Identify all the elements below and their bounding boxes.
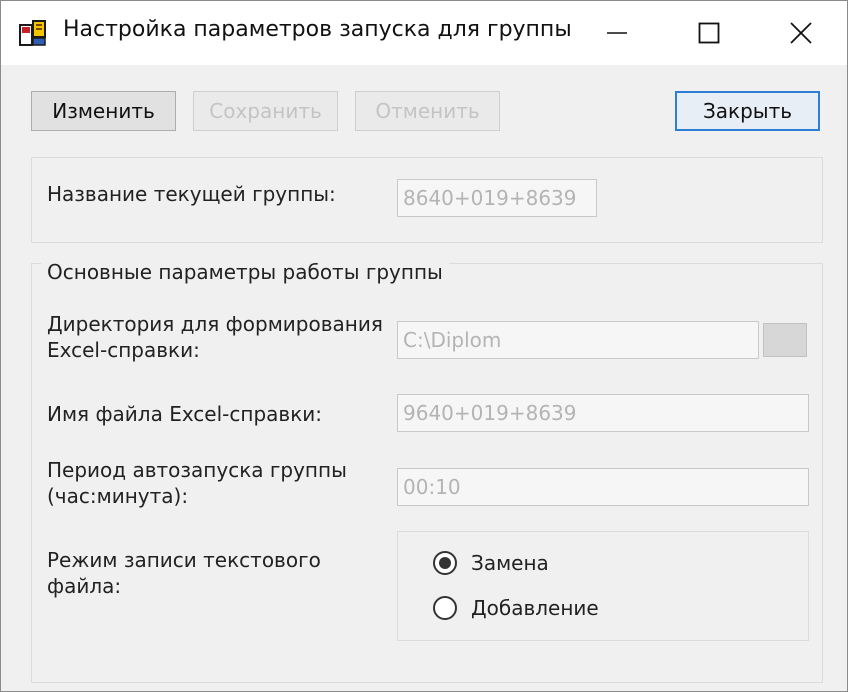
radio-replace-label[interactable]: Замена <box>471 550 549 577</box>
directory-label-line1: Директория для формирования <box>47 312 383 336</box>
radio-append-label[interactable]: Добавление <box>471 595 599 622</box>
minimize-icon <box>607 32 627 34</box>
maximize-button[interactable] <box>663 1 755 65</box>
mode-label-line1: Режим записи текстового <box>47 548 321 572</box>
current-group-field[interactable]: 8640+019+8639 <box>397 179 597 217</box>
close-window-button[interactable] <box>755 1 847 65</box>
title-bar[interactable]: Настройка параметров запуска для группы <box>1 1 847 65</box>
close-button[interactable]: Закрыть <box>675 91 820 131</box>
period-label-line1: Период автозапуска группы <box>47 458 347 482</box>
close-icon <box>790 22 812 44</box>
directory-label-line2: Excel-справки: <box>47 338 200 362</box>
folder-browse-button[interactable] <box>763 323 807 357</box>
edit-button[interactable]: Изменить <box>31 91 176 131</box>
cancel-button[interactable]: Отменить <box>355 91 500 131</box>
save-button[interactable]: Сохранить <box>193 91 338 131</box>
mode-label-line2: файла: <box>47 574 122 598</box>
directory-field[interactable]: C:\Diplom <box>397 321 759 359</box>
filename-label: Имя файла Excel-справки: <box>47 402 323 426</box>
params-section-title: Основные параметры работы группы <box>41 259 449 286</box>
minimize-button[interactable] <box>571 1 663 65</box>
maximize-icon <box>698 22 720 44</box>
period-label-line2: (час:минута): <box>47 484 189 508</box>
settings-window: Настройка параметров запуска для группы … <box>0 0 848 692</box>
filename-field[interactable]: 9640+019+8639 <box>397 394 809 432</box>
period-field[interactable]: 00:10 <box>397 468 809 506</box>
app-icon <box>19 20 46 46</box>
radio-append[interactable] <box>433 596 457 620</box>
current-group-label: Название текущей группы: <box>47 182 336 206</box>
window-title: Настройка параметров запуска для группы <box>63 17 572 42</box>
mode-radio-group <box>397 531 809 641</box>
radio-replace[interactable] <box>433 551 457 575</box>
